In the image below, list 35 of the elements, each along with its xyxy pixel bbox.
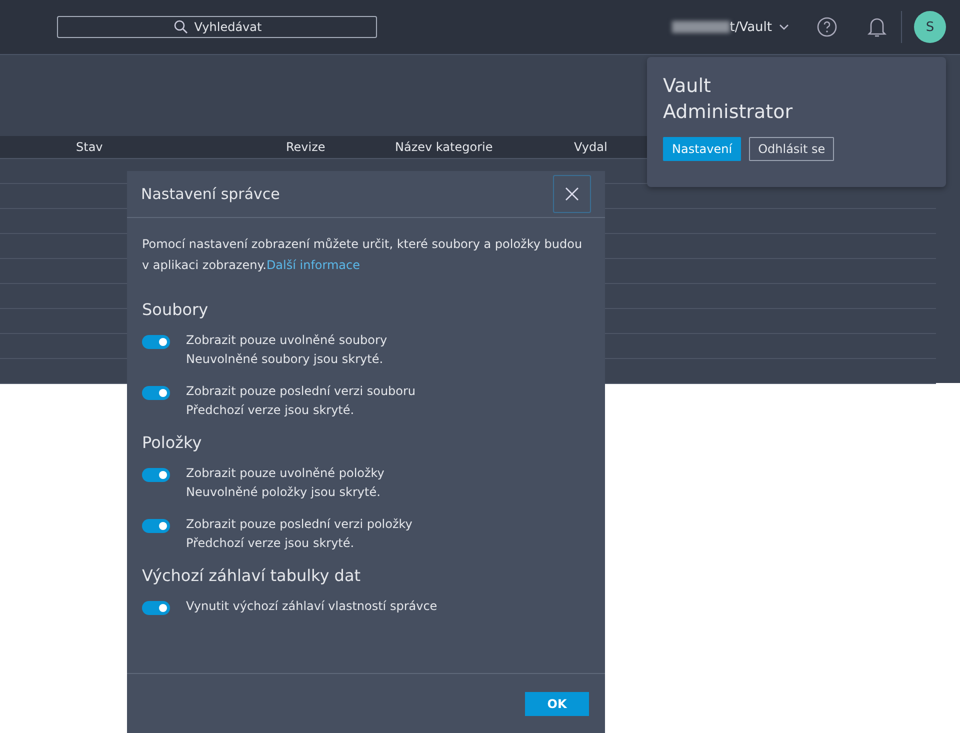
search-icon xyxy=(174,20,188,34)
option-label: Vynutit výchozí záhlaví vlastností správce xyxy=(186,598,438,615)
help-icon[interactable] xyxy=(817,17,837,37)
toggle-switch[interactable] xyxy=(142,468,170,482)
section-heading: Položky xyxy=(142,433,203,452)
option-label: Zobrazit pouze poslední verzi položky xyxy=(186,516,412,533)
intro-text: Pomocí nastavení zobrazení můžete určit, které soubory a položky budou v aplikaci zobrazeny.Další informace xyxy=(142,236,584,274)
option-label: Zobrazit pouze uvolněné položky xyxy=(186,465,384,482)
close-icon xyxy=(565,187,579,201)
bell-icon[interactable] xyxy=(867,16,887,38)
section-heading: Výchozí záhlaví tabulky dat xyxy=(142,566,362,585)
avatar-button[interactable]: S xyxy=(914,11,946,43)
option-note: Předchozí verze jsou skryté. xyxy=(186,402,356,419)
column-header[interactable]: Revize xyxy=(286,140,395,154)
user-name: Vault Administrator xyxy=(663,74,794,125)
search-field[interactable]: Vyhledávat xyxy=(57,16,377,38)
option-note: Neuvolněné položky jsou skryté. xyxy=(186,484,382,501)
column-header[interactable]: Název kategorie xyxy=(395,140,574,154)
column-header[interactable]: Stav xyxy=(0,140,286,154)
toggle-switch[interactable] xyxy=(142,335,170,349)
sign-out-button[interactable]: Odhlásit se xyxy=(749,137,834,161)
option-note: Předchozí verze jsou skryté. xyxy=(186,535,356,552)
section-heading: Soubory xyxy=(142,300,210,319)
option-note: Neuvolněné soubory jsou skryté. xyxy=(186,351,384,368)
toggle-switch[interactable] xyxy=(142,386,170,400)
toggle-switch[interactable] xyxy=(142,519,170,533)
redacted-text xyxy=(672,21,730,33)
toggle-switch[interactable] xyxy=(142,601,170,615)
close-button[interactable] xyxy=(553,175,591,213)
dialog-title: Nastavení správce xyxy=(141,185,280,203)
option-label: Zobrazit pouze uvolněné soubory xyxy=(186,332,388,349)
vault-name[interactable]: t/Vault xyxy=(730,20,772,34)
option-label: Zobrazit pouze poslední verzi souboru xyxy=(186,383,416,400)
more-info-link[interactable]: Další informace xyxy=(266,258,360,272)
chevron-down-icon[interactable] xyxy=(779,24,789,30)
